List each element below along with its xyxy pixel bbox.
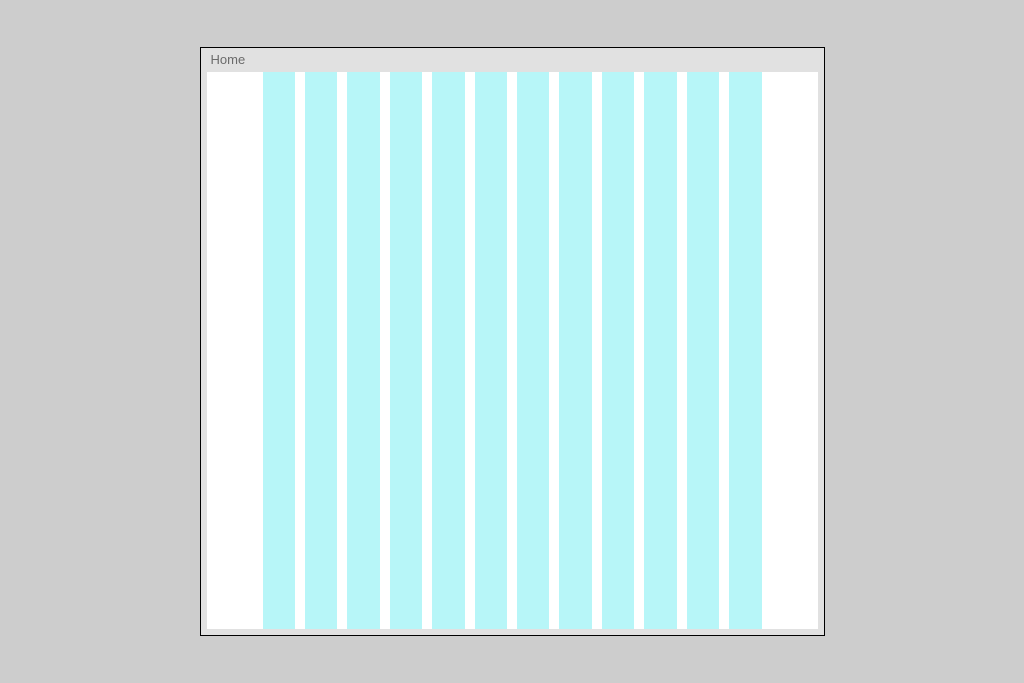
grid-column [305, 72, 337, 629]
window-titlebar: Home [201, 48, 824, 72]
grid-column [475, 72, 507, 629]
column-grid [207, 72, 818, 629]
content-area [207, 72, 818, 629]
grid-column [729, 72, 761, 629]
window-title: Home [211, 52, 246, 67]
app-window: Home [200, 47, 825, 636]
grid-column [517, 72, 549, 629]
grid-column [390, 72, 422, 629]
grid-column [263, 72, 295, 629]
grid-column [602, 72, 634, 629]
grid-column [644, 72, 676, 629]
grid-column [432, 72, 464, 629]
grid-column [687, 72, 719, 629]
grid-column [347, 72, 379, 629]
grid-column [559, 72, 591, 629]
